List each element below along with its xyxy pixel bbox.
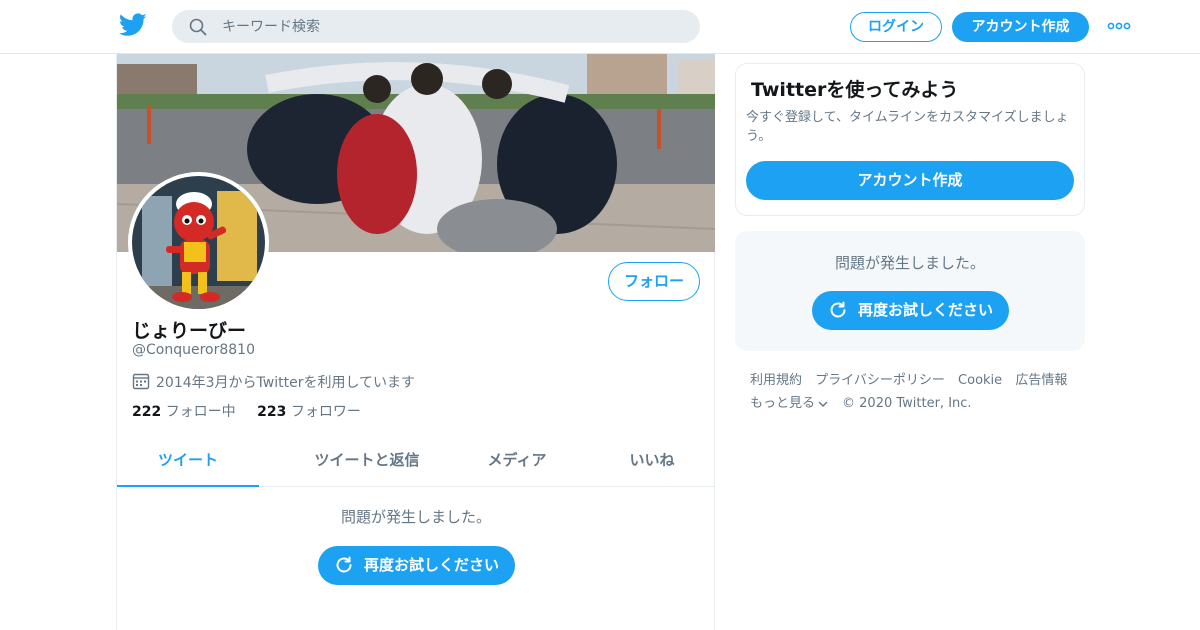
following-count: 222 (132, 404, 162, 420)
profile-stats: 222 フォロー中 223 フォロワー (132, 401, 378, 421)
chevron-down-icon (818, 401, 828, 407)
signup-card: Twitterを使ってみよう 今すぐ登録して、タイムラインをカスタマイズしましょ… (735, 63, 1085, 216)
timeline-error-message: 問題が発生しました。 (340, 508, 491, 526)
retry-label: 再度お試しください (364, 556, 500, 574)
follow-button[interactable]: フォロー (608, 262, 700, 301)
followers-count: 223 (257, 404, 287, 420)
sidebar-retry-button[interactable]: 再度お試しください (812, 291, 1009, 330)
footer-link-terms[interactable]: 利用規約 (750, 373, 802, 388)
timeline-retry-button[interactable]: 再度お試しください (318, 546, 515, 585)
followers-stat[interactable]: 223 フォロワー (257, 401, 361, 421)
tab-media[interactable]: メディア (467, 436, 567, 487)
top-navigation-bar: ログイン アカウント作成 (0, 0, 1200, 54)
signup-button[interactable]: アカウント作成 (952, 12, 1089, 42)
login-button[interactable]: ログイン (850, 12, 942, 42)
footer-link-privacy[interactable]: プライバシーポリシー (815, 373, 945, 388)
footer-link-ads-info[interactable]: 広告情報 (1015, 373, 1067, 388)
search-input[interactable] (222, 10, 682, 43)
tab-tweets-and-replies[interactable]: ツイートと返信 (283, 436, 451, 487)
refresh-icon (336, 556, 352, 573)
search-box[interactable] (172, 10, 700, 43)
profile-tabs: ツイート ツイートと返信 メディア いいね (117, 436, 715, 487)
footer-links-row: 利用規約 プライバシーポリシー Cookie 広告情報 (750, 369, 1080, 392)
profile-display-name: じょりーびー (132, 320, 247, 342)
more-dots-icon[interactable] (1107, 21, 1131, 31)
footer-copyright: © 2020 Twitter, Inc. (842, 396, 972, 411)
tab-likes[interactable]: いいね (607, 436, 697, 487)
search-icon (189, 18, 207, 36)
followers-label: フォロワー (290, 404, 361, 420)
footer-link-cookie[interactable]: Cookie (958, 373, 1002, 388)
sidebar-error-card: 問題が発生しました。 再度お試しください (735, 231, 1085, 351)
footer-more-link[interactable]: もっと見る (750, 392, 829, 415)
profile-column: フォロー じょりーびー @Conqueror8810 2014年3月からTwit… (116, 54, 715, 630)
footer-row-2: もっと見る © 2020 Twitter, Inc. (750, 392, 1080, 415)
calendar-icon (132, 373, 150, 390)
joined-text: 2014年3月からTwitterを利用しています (156, 375, 416, 391)
profile-handle: @Conqueror8810 (132, 342, 255, 358)
signup-card-title: Twitterを使ってみよう (751, 79, 959, 101)
profile-avatar[interactable] (128, 172, 269, 313)
twitter-bird-icon[interactable] (119, 13, 147, 37)
signup-card-button[interactable]: アカウント作成 (746, 161, 1074, 200)
sidebar-error-message: 問題が発生しました。 (834, 254, 985, 272)
retry-label: 再度お試しください (858, 301, 994, 319)
refresh-icon (830, 301, 846, 318)
following-label: フォロー中 (165, 404, 236, 420)
footer-more-label: もっと見る (750, 396, 816, 411)
following-stat[interactable]: 222 フォロー中 (132, 401, 236, 421)
tab-tweets[interactable]: ツイート (117, 436, 259, 487)
signup-card-description: 今すぐ登録して、タイムラインをカスタマイズしましょう。 (746, 110, 1069, 144)
sidebar-footer: 利用規約 プライバシーポリシー Cookie 広告情報 もっと見る © 2020… (750, 369, 1080, 415)
